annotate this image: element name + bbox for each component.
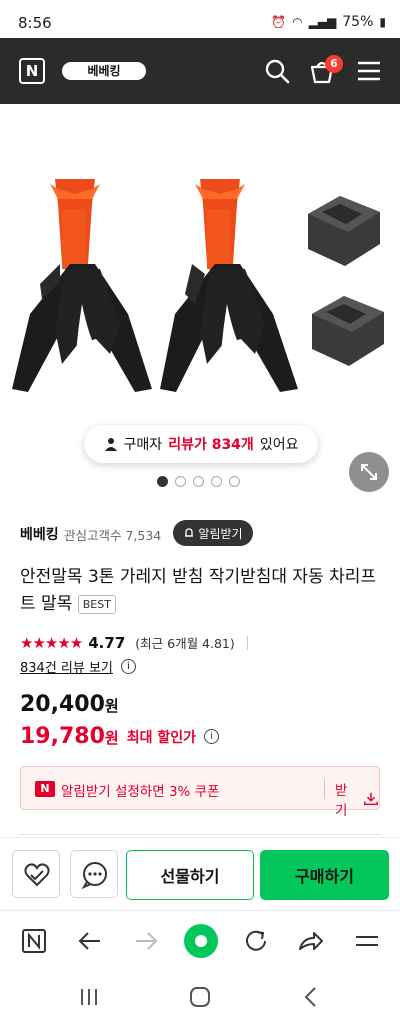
carousel-dot[interactable] [193,476,204,487]
back-arrow-icon[interactable] [74,925,106,957]
sale-price-row: 19,780원 최대 할인가 i [20,724,219,749]
original-price-currency: 원 [104,697,119,715]
coupon-banner[interactable]: N 알림받기 설정하면 3% 쿠폰 받기 [20,766,380,819]
home-icon[interactable] [187,984,213,1010]
info-icon[interactable]: i [120,659,136,674]
naver-badge: N [35,781,55,797]
status-icons: ⏰ ◠ ▂▄▆ 75% ▮ [271,14,386,30]
like-button[interactable] [12,850,60,898]
expand-icon [361,464,377,480]
review-pill-prefix: 구매자 [123,437,163,453]
coupon-get-label: 받기 [335,783,348,819]
rating-stars: ★★★★★ [20,633,83,652]
browser-menu-icon[interactable] [351,925,383,957]
carousel-dot[interactable] [175,476,186,487]
purchase-action-bar: 선물하기 구매하기 [0,837,400,907]
product-title-text: 안전말목 3톤 가레지 받침 작기받침대 자동 차리프트 말목 [20,567,377,614]
talk-button[interactable] [70,850,118,898]
browser-toolbar [0,910,400,970]
notify-label: 알림받기 [198,526,243,541]
review-link-row: 834건 리뷰 보기 i [20,657,136,676]
review-pill-suffix: 있어요 [259,437,299,453]
wifi-icon: ◠ [292,15,303,29]
search-icon[interactable] [262,56,292,86]
original-price: 20,400원 [20,692,119,717]
review-link[interactable]: 834건 리뷰 보기 [20,657,113,676]
carousel-dot[interactable] [229,476,240,487]
carousel-dot[interactable] [211,476,222,487]
discount-info-icon[interactable]: i [204,729,219,744]
carousel-dot[interactable] [157,476,168,487]
chat-icon [81,862,107,890]
back-icon[interactable] [298,984,324,1010]
share-icon[interactable] [295,925,327,957]
jack-stand-left [12,179,152,392]
divider [246,635,248,650]
heart-check-icon [24,863,50,887]
rating-row: ★★★★★ 4.77 (최근 6개월 4.81) [20,633,248,652]
gift-button[interactable]: 선물하기 [126,850,254,900]
rating-score: 4.77 [88,633,126,652]
product-title: 안전말목 3톤 가레지 받침 작기받침대 자동 차리프트 말목 BEST [20,564,380,618]
refresh-icon[interactable] [240,925,272,957]
forward-arrow-icon[interactable] [130,925,162,957]
battery-percent: 75% [342,14,374,30]
notify-button[interactable]: 알림받기 [173,520,253,546]
buy-button[interactable]: 구매하기 [260,850,389,900]
green-dot-icon[interactable] [183,923,219,959]
sale-price: 19,780원 [20,724,119,749]
status-bar: 8:56 ⏰ ◠ ▂▄▆ 75% ▮ [0,0,400,38]
rubber-pad-bottom [312,296,384,366]
menu-icon[interactable] [354,56,384,86]
alarm-icon: ⏰ [271,15,287,29]
app-header: N 베베킹 [0,38,400,104]
recent-apps-icon[interactable] [76,984,102,1010]
jack-stand-middle [160,179,298,392]
store-pill[interactable]: 베베킹 [62,62,146,80]
cart-count-badge: 6 [325,55,343,73]
signal-icon: ▂▄▆ [308,15,337,29]
battery-icon: ▮ [379,15,386,29]
person-icon [104,438,117,451]
section-divider [20,834,380,835]
status-time: 8:56 [18,14,52,32]
store-name[interactable]: 베베킹 [20,524,59,544]
carousel-dots [157,476,240,487]
best-badge: BEST [77,594,116,614]
sale-price-currency: 원 [104,729,119,747]
original-price-value: 20,400 [20,692,105,717]
bell-plus-icon [185,528,194,537]
interest-count: 관심고객수 7,534 [64,528,162,543]
buyer-review-pill[interactable]: 구매자 리뷰가 834개 있어요 [84,425,318,463]
coupon-text: 알림받기 설정하면 3% 쿠폰 [61,784,220,800]
coupon-divider [324,779,325,799]
max-discount-label: 최대 할인가 [126,729,196,746]
expand-image-button[interactable] [349,452,389,492]
coupon-get-button[interactable]: 받기 [335,779,379,819]
rubber-pad-top [308,196,380,266]
naver-logo[interactable]: N [19,58,45,84]
review-pill-count: 리뷰가 834개 [168,437,254,453]
system-nav-bar [0,970,400,1024]
naver-home-icon[interactable] [18,925,50,957]
sale-price-value: 19,780 [20,724,105,749]
download-icon [364,792,378,806]
recent-rating: (최근 6개월 4.81) [135,636,235,651]
